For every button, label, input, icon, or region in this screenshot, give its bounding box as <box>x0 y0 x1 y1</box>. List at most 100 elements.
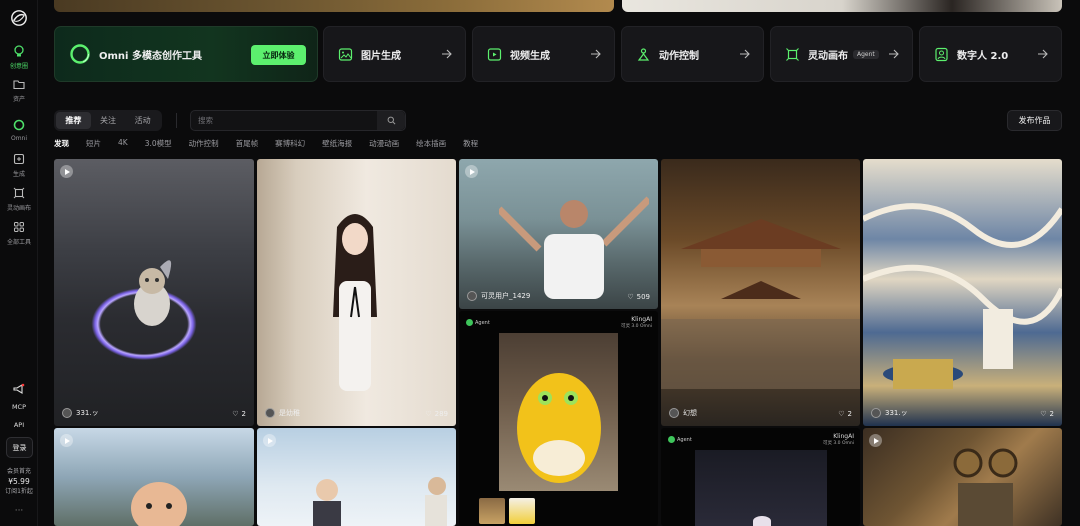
category-item[interactable]: 首尾帧 <box>236 138 259 149</box>
feed-tabs: 推荐 关注 活动 <box>54 110 162 131</box>
category-item[interactable]: 动作控制 <box>189 138 219 149</box>
card-label: 灵动画布 <box>808 50 848 62</box>
kling-logo-icon[interactable] <box>10 9 28 27</box>
man-figure <box>499 196 649 299</box>
author-tag: Agent <box>466 319 490 326</box>
avatar-icon <box>935 47 948 61</box>
gallery-item-rooftop[interactable]: 可灵用户_1429 ♡ 509 <box>459 159 658 309</box>
sidebar-item-announcements[interactable] <box>0 382 38 396</box>
sidebar-item-mcp[interactable]: MCP <box>0 400 38 411</box>
arrow-right-icon <box>889 49 899 59</box>
play-icon <box>60 165 73 178</box>
like-button[interactable]: ♡ 2 <box>1040 410 1054 418</box>
gallery-item-cat[interactable]: 331.ッ ♡ 2 <box>54 159 254 426</box>
play-icon <box>263 434 276 447</box>
like-count: 2 <box>241 410 246 418</box>
arrow-right-icon <box>442 49 452 59</box>
omni-card[interactable]: Omni 多模态创作工具 立即体验 <box>54 26 318 82</box>
heart-icon: ♡ <box>627 293 634 301</box>
play-icon <box>60 434 73 447</box>
play-icon <box>869 434 882 447</box>
image-icon <box>338 47 353 61</box>
thumbnail[interactable] <box>509 498 535 524</box>
thumbnail[interactable] <box>479 498 505 524</box>
vip-promo[interactable]: 会员首充 ¥5.99 订阅1折起 <box>0 467 38 497</box>
klingai-brand: KlingAI <box>833 433 854 440</box>
sidebar-item-omni[interactable]: Omni <box>0 118 38 142</box>
digital-human-card[interactable]: 数字人 2.0 <box>919 26 1062 82</box>
more-button[interactable]: ··· <box>0 506 38 516</box>
tab-following[interactable]: 关注 <box>91 112 126 129</box>
sidebar-item-label: Omni <box>10 135 28 142</box>
category-item[interactable]: 动漫动画 <box>369 138 399 149</box>
cat-head <box>753 516 771 526</box>
author-name: 是幼稚 <box>279 409 300 417</box>
canvas-icon <box>13 187 25 199</box>
author-name: 331.ッ <box>885 409 908 417</box>
canvas-card[interactable]: 灵动画布 Agent <box>770 26 913 82</box>
lightbulb-icon <box>14 45 24 57</box>
sidebar-item-label: 创意圈 <box>9 63 28 70</box>
gallery-item-ancient[interactable] <box>257 428 456 526</box>
gallery-item-toy[interactable]: Agent KlingAI 可灵 3.0 Omni <box>459 311 658 526</box>
sidebar-item-label: 全部工具 <box>6 239 31 246</box>
omni-card-label: Omni 多模态创作工具 <box>99 50 202 62</box>
category-item[interactable]: 赛博科幻 <box>275 138 305 149</box>
tab-events[interactable]: 活动 <box>125 112 160 129</box>
avatar <box>467 291 477 301</box>
gallery-item-great-wall[interactable]: 331.ッ ♡ 2 <box>863 159 1062 426</box>
gallery-item-child[interactable] <box>54 428 254 526</box>
try-now-button[interactable]: 立即体验 <box>251 45 306 65</box>
gallery-item-portrait[interactable]: 是幼稚 ♡ 289 <box>257 159 456 426</box>
sidebar-item-canvas[interactable]: 灵动画布 <box>0 186 38 212</box>
publish-button[interactable]: 发布作品 <box>1007 110 1062 131</box>
search-icon <box>387 116 395 125</box>
search-input[interactable] <box>198 114 368 127</box>
author[interactable]: 331.ッ <box>871 408 908 418</box>
like-button[interactable]: ♡ 2 <box>232 410 246 418</box>
banner-image-left[interactable] <box>54 0 614 12</box>
like-button[interactable]: ♡ 289 <box>425 410 448 418</box>
portrait-figure <box>333 214 377 391</box>
category-filters: 发现 短片 4K 3.0模型 动作控制 首尾帧 赛博科幻 壁纸海报 动漫动画 绘… <box>54 138 495 149</box>
category-item[interactable]: 壁纸海报 <box>322 138 352 149</box>
category-item[interactable]: 4K <box>118 138 128 149</box>
category-item[interactable]: 绘本插画 <box>416 138 446 149</box>
motion-control-card[interactable]: 动作控制 <box>621 26 764 82</box>
gallery-item-palace[interactable]: 幻想 ♡ 2 <box>661 159 860 426</box>
ancient-figures <box>313 477 447 526</box>
search-box <box>190 110 406 131</box>
video-generation-card[interactable]: 视频生成 <box>472 26 615 82</box>
arrow-right-icon <box>1038 49 1048 59</box>
sidebar-item-all-tools[interactable]: 全部工具 <box>0 220 38 246</box>
author[interactable]: 是幼稚 <box>265 408 300 418</box>
image-generation-card[interactable]: 图片生成 <box>323 26 466 82</box>
gallery-item-steampunk[interactable] <box>863 428 1062 526</box>
author[interactable]: 幻想 <box>669 408 697 418</box>
author[interactable]: 331.ッ <box>62 408 99 418</box>
sidebar-item-label: 灵动画布 <box>6 205 31 212</box>
sidebar: 创意圈 资产 Omni 生成 灵动画布 全部工具 MCP API 登录 会员首充… <box>0 0 38 526</box>
category-discover[interactable]: 发现 <box>54 138 69 149</box>
like-button[interactable]: ♡ 2 <box>838 410 852 418</box>
category-item[interactable]: 短片 <box>86 138 101 149</box>
sidebar-item-assets[interactable]: 资产 <box>0 77 38 103</box>
video-preview <box>695 450 827 526</box>
video-icon <box>487 47 502 61</box>
author[interactable]: 可灵用户_1429 <box>467 291 530 301</box>
gallery-item-dark-video[interactable]: Agent KlingAI 可灵 3.0 Omni <box>661 428 860 526</box>
category-item[interactable]: 3.0模型 <box>145 138 172 149</box>
sidebar-item-creative[interactable]: 创意圈 <box>0 44 38 70</box>
tab-recommended[interactable]: 推荐 <box>56 112 91 129</box>
sidebar-item-generate[interactable]: 生成 <box>0 152 38 178</box>
like-button[interactable]: ♡ 509 <box>627 293 650 301</box>
banner-image-right[interactable] <box>622 0 1062 12</box>
login-button[interactable]: 登录 <box>6 437 33 458</box>
motion-icon <box>637 47 650 61</box>
category-item[interactable]: 教程 <box>463 138 478 149</box>
search-button[interactable] <box>377 111 405 130</box>
sidebar-item-api[interactable]: API <box>0 418 38 429</box>
omni-icon <box>13 119 25 131</box>
reference-thumbnails <box>479 498 535 524</box>
sidebar-item-label: 资产 <box>12 96 25 103</box>
